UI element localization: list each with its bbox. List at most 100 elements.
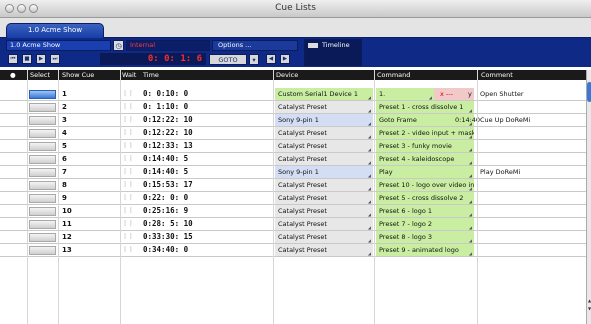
cue-device-select[interactable]: Catalyst Preset ◢ <box>275 218 373 230</box>
cue-device-select[interactable]: Catalyst Preset ◢ <box>275 179 373 191</box>
cue-wait[interactable]: | | <box>124 218 140 230</box>
cue-device-select[interactable]: Custom Serial1 Device 1 ◢ <box>275 88 373 100</box>
cue-wait[interactable]: | | <box>124 153 140 165</box>
cue-row[interactable]: 1 | | 0: 0:10: 0 Custom Serial1 Device 1 ◢ 1.… <box>0 88 586 101</box>
cue-command-select[interactable]: Preset 10 - logo over video input◢ <box>376 179 474 191</box>
cue-device-select[interactable]: Catalyst Preset ◢ <box>275 153 373 165</box>
cue-command-select[interactable]: Preset 4 - kaleidoscope ◢ <box>376 153 474 165</box>
timeline-toggle[interactable]: Timeline <box>304 39 362 66</box>
goto-dropdown-icon[interactable]: ▾ <box>249 54 259 65</box>
cue-wait[interactable]: | | <box>124 205 140 217</box>
cue-wait[interactable]: | | <box>124 179 140 191</box>
cue-time[interactable]: 0:12:22: 10 <box>143 114 193 126</box>
vertical-scrollbar[interactable]: ▲ ▼ <box>586 70 591 324</box>
cue-comment[interactable]: Cue Up DoReMi <box>480 114 530 126</box>
cue-time[interactable]: 0:14:40: 5 <box>143 166 188 178</box>
cue-wait[interactable]: | | <box>124 127 140 139</box>
cue-select-cell[interactable] <box>29 129 56 138</box>
cue-wait[interactable]: | | <box>124 88 140 100</box>
previous-cue-button[interactable]: ◀ <box>266 54 276 64</box>
cue-wait[interactable]: | | <box>124 140 140 152</box>
cue-wait[interactable]: | | <box>124 192 140 204</box>
cue-time[interactable]: 0:22: 0: 0 <box>143 192 188 204</box>
scroll-up-icon[interactable]: ▲ <box>587 298 591 303</box>
fast-forward-button[interactable]: ⏭ <box>50 54 60 64</box>
scroll-thumb[interactable] <box>587 82 591 102</box>
cue-device-select[interactable]: Catalyst Preset ◢ <box>275 192 373 204</box>
cue-select-cell[interactable] <box>29 181 56 190</box>
cue-wait[interactable]: | | <box>124 101 140 113</box>
cue-command-select[interactable]: 1. ◢ <box>376 88 434 100</box>
cue-row[interactable]: 3 | | 0:12:22: 10 Sony 9-pin 1 ◢ Goto Frame ◢ 0… <box>0 114 586 127</box>
header-show-cue[interactable]: Show Cue <box>62 71 94 79</box>
next-cue-button[interactable]: ▶ <box>280 54 290 64</box>
cue-select-cell[interactable] <box>29 168 56 177</box>
play-button[interactable]: ▶ <box>36 54 46 64</box>
cue-select-cell[interactable] <box>29 194 56 203</box>
cue-row[interactable]: 7 | | 0:14:40: 5 Sony 9-pin 1 ◢ Play ◢ Play DoR… <box>0 166 586 179</box>
cue-time[interactable]: 0:15:53: 17 <box>143 179 193 191</box>
cue-command-select[interactable]: Preset 1 - cross dissolve 1 ◢ <box>376 101 474 113</box>
cue-time[interactable]: 0: 0:10: 0 <box>143 88 188 100</box>
cue-row[interactable]: 10 | | 0:25:16: 9 Catalyst Preset ◢ Preset 6 … <box>0 205 586 218</box>
cue-device-select[interactable]: Catalyst Preset ◢ <box>275 101 373 113</box>
cue-select-cell[interactable] <box>29 233 56 242</box>
cue-command-select[interactable]: Preset 7 - logo 2 ◢ <box>376 218 474 230</box>
header-select[interactable]: Select <box>30 71 50 79</box>
clock-source-select[interactable]: Internal <box>126 40 210 51</box>
cue-command-select[interactable]: Preset 5 - cross dissolve 2 ◢ <box>376 192 474 204</box>
header-command[interactable]: Command <box>377 71 410 79</box>
cue-row[interactable]: 2 | | 0: 1:10: 0 Catalyst Preset ◢ Preset 1 -… <box>0 101 586 114</box>
cue-select-cell[interactable] <box>29 246 56 255</box>
cue-row[interactable]: 8 | | 0:15:53: 17 Catalyst Preset ◢ Preset 10… <box>0 179 586 192</box>
header-comment[interactable]: Comment <box>481 71 513 79</box>
cue-row[interactable]: 12 | | 0:33:30: 15 Catalyst Preset ◢ Preset 8… <box>0 231 586 244</box>
cue-select-cell[interactable] <box>29 220 56 229</box>
header-wait[interactable]: Wait <box>122 71 136 79</box>
cue-row[interactable]: 6 | | 0:14:40: 5 Catalyst Preset ◢ Preset 4 -… <box>0 153 586 166</box>
cue-row[interactable]: 4 | | 0:12:22: 10 Catalyst Preset ◢ Preset 2 … <box>0 127 586 140</box>
cue-time[interactable]: 0: 1:10: 0 <box>143 101 188 113</box>
cue-wait[interactable]: | | <box>124 114 140 126</box>
cue-device-select[interactable]: Catalyst Preset ◢ <box>275 244 373 256</box>
show-name-field[interactable]: 1.0 Acme Show <box>6 40 111 51</box>
cue-wait[interactable]: | | <box>124 244 140 256</box>
scroll-down-icon[interactable]: ▼ <box>587 306 591 311</box>
header-time[interactable]: Time <box>143 71 159 79</box>
stop-button[interactable]: ■ <box>22 54 32 64</box>
cue-device-select[interactable]: Sony 9-pin 1 ◢ <box>275 114 373 126</box>
cue-command-select[interactable]: Preset 2 - video input + mask ◢ <box>376 127 474 139</box>
cue-time[interactable]: 0:12:33: 13 <box>143 140 193 152</box>
cue-row[interactable]: 9 | | 0:22: 0: 0 Catalyst Preset ◢ Preset 5 -… <box>0 192 586 205</box>
options-button[interactable]: Options ... <box>212 40 298 51</box>
cue-device-select[interactable]: Catalyst Preset ◢ <box>275 205 373 217</box>
cue-select-cell[interactable] <box>29 207 56 216</box>
cue-device-select[interactable]: Catalyst Preset ◢ <box>275 140 373 152</box>
goto-button[interactable]: GOTO <box>209 54 247 65</box>
cue-device-select[interactable]: Catalyst Preset ◢ <box>275 231 373 243</box>
cue-time[interactable]: 0:12:22: 10 <box>143 127 193 139</box>
header-device[interactable]: Device <box>276 71 298 79</box>
cue-wait[interactable]: | | <box>124 231 140 243</box>
tab-show[interactable]: 1.0 Acme Show <box>6 23 104 38</box>
cue-command-select[interactable]: Preset 6 - logo 1 ◢ <box>376 205 474 217</box>
cue-select-cell[interactable] <box>29 90 56 99</box>
cue-select-cell[interactable] <box>29 155 56 164</box>
cue-time[interactable]: 0:33:30: 15 <box>143 231 193 243</box>
cue-select-cell[interactable] <box>29 116 56 125</box>
cue-device-select[interactable]: Catalyst Preset ◢ <box>275 127 373 139</box>
cue-comment[interactable]: Open Shutter <box>480 88 524 100</box>
cue-command-select[interactable]: Preset 9 - animated logo ◢ <box>376 244 474 256</box>
cue-row[interactable]: 13 | | 0:34:40: 0 Catalyst Preset ◢ Preset 9 … <box>0 244 586 257</box>
cue-wait[interactable]: | | <box>124 166 140 178</box>
cue-command-select[interactable]: Preset 8 - logo 3 ◢ <box>376 231 474 243</box>
cue-select-cell[interactable] <box>29 103 56 112</box>
cue-time[interactable]: 0:28: 5: 10 <box>143 218 193 230</box>
cue-time[interactable]: 0:14:40: 5 <box>143 153 188 165</box>
cue-comment[interactable]: Play DoReMi <box>480 166 520 178</box>
cue-time[interactable]: 0:34:40: 0 <box>143 244 188 256</box>
cue-row[interactable]: 5 | | 0:12:33: 13 Catalyst Preset ◢ Preset 3 … <box>0 140 586 153</box>
cue-device-select[interactable]: Sony 9-pin 1 ◢ <box>275 166 373 178</box>
cue-command-select[interactable]: Preset 3 - funky movie ◢ <box>376 140 474 152</box>
cue-time[interactable]: 0:25:16: 9 <box>143 205 188 217</box>
